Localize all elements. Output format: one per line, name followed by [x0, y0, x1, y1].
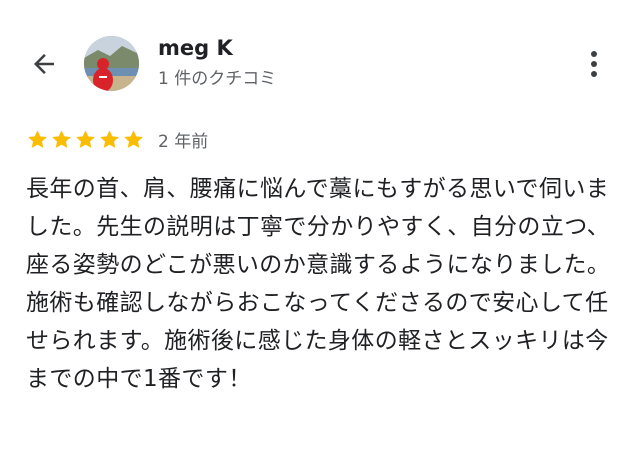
review-text: 長年の首、肩、腰痛に悩んで藁にもすがる思いで伺いました。先生の説明は丁寧で分かり… — [26, 176, 611, 392]
avatar[interactable] — [84, 36, 139, 91]
user-avatar-photo — [84, 36, 139, 91]
star-icon — [28, 129, 47, 148]
review-date: 2 年前 — [158, 131, 209, 152]
more-options-button[interactable] — [578, 44, 610, 84]
star-rating — [26, 128, 146, 151]
user-name[interactable]: meg K — [158, 36, 233, 60]
rating-row: 2 年前 — [26, 126, 208, 152]
star-icon — [52, 129, 71, 148]
star-icon — [76, 129, 95, 148]
star-icon — [124, 129, 143, 148]
review-count: 1 件のクチコミ — [158, 69, 277, 89]
arrow-left-icon — [34, 54, 54, 74]
back-button[interactable] — [24, 44, 64, 84]
more-vertical-icon — [591, 51, 597, 77]
star-icon — [100, 129, 119, 148]
review-header: meg K 1 件のクチコミ — [0, 0, 640, 115]
